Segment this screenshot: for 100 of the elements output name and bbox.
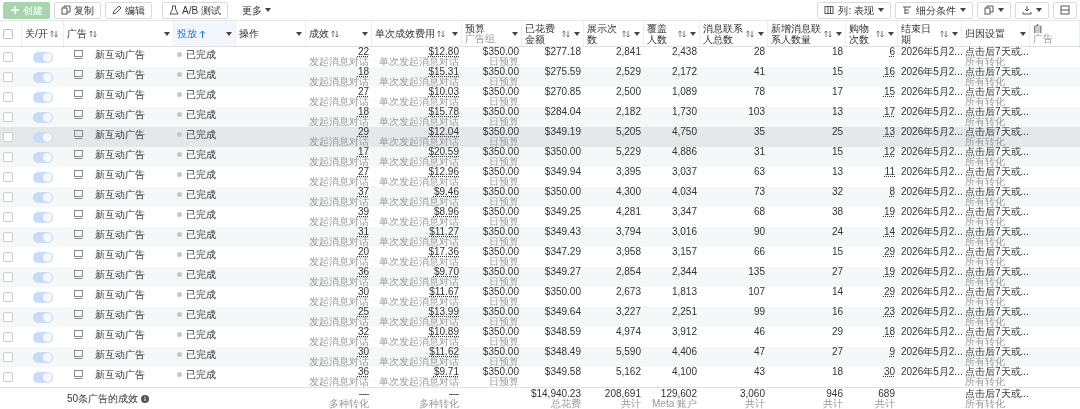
cost-value[interactable]: $17.36 — [428, 247, 459, 257]
table-row[interactable]: 新互动广告 已完成 17 发起消息对话 $20.59 单次发起消息对话 $350.00 日预算 $350.00 5,229 4,886 31 15 12 2026年5月2... 点击后7天或... 所有转化 — [0, 147, 1080, 167]
column-header[interactable]: 购物次数 — [846, 21, 898, 46]
toggle-switch[interactable] — [33, 351, 53, 363]
results-value[interactable]: 29 — [357, 127, 369, 137]
purchases-value[interactable]: 14 — [883, 227, 895, 237]
table-row[interactable]: 新互动广告 已完成 25 发起消息对话 $13.99 单次发起消息对话 $350.00 日预算 $349.64 3,227 2,251 99 16 23 2026年5月2... 点击后7天或... 所有转化 — [0, 307, 1080, 327]
purchases-value[interactable]: 8 — [889, 187, 895, 197]
toggle-switch[interactable] — [33, 331, 53, 343]
cost-value[interactable]: $11.27 — [429, 227, 459, 237]
column-header[interactable]: 自 广告 — [1030, 21, 1080, 46]
ad-name[interactable]: 新互动广告 — [95, 369, 145, 380]
table-row[interactable]: 新互动广告 已完成 30 发起消息对话 $11.62 单次发起消息对话 $350.00 日预算 $348.49 5,590 4,406 47 27 9 2026年5月2... 点击后7天或... 所有转化 — [0, 347, 1080, 367]
cost-value[interactable]: $10.89 — [428, 327, 459, 337]
cost-value[interactable]: $15.78 — [428, 107, 459, 117]
copy-button[interactable] — [977, 1, 1011, 19]
toggle-switch[interactable] — [33, 211, 53, 223]
table-row[interactable]: 新互动广告 已完成 37 发起消息对话 $9.46 单次发起消息对话 $350.00 日预算 $350.00 4,300 4,034 73 32 8 2026年5月2... 点击后7天或... 所有转化 — [0, 187, 1080, 207]
column-header[interactable]: 预算 广告组 — [462, 21, 522, 46]
results-value[interactable]: 31 — [357, 227, 369, 237]
purchases-value[interactable]: 18 — [883, 327, 895, 337]
results-value[interactable]: 30 — [357, 347, 369, 357]
export-button[interactable] — [1015, 1, 1049, 19]
toggle-switch[interactable] — [33, 131, 53, 143]
column-header[interactable]: 广告 — [64, 21, 174, 46]
row-checkbox[interactable] — [3, 92, 13, 102]
toggle-switch[interactable] — [33, 231, 53, 243]
ad-name[interactable]: 新互动广告 — [95, 109, 145, 120]
cost-value[interactable]: $9.70 — [433, 267, 459, 277]
row-checkbox[interactable] — [3, 352, 13, 362]
toggle-switch[interactable] — [33, 271, 53, 283]
column-header[interactable]: 投放 — [174, 21, 236, 46]
more-button[interactable]: 更多 — [235, 1, 277, 19]
toggle-switch[interactable] — [33, 171, 53, 183]
toggle-switch[interactable] — [33, 251, 53, 263]
ad-name[interactable]: 新互动广告 — [95, 149, 145, 160]
ad-name[interactable]: 新互动广告 — [95, 249, 145, 260]
row-checkbox[interactable] — [3, 212, 13, 222]
ad-name[interactable]: 新互动广告 — [95, 129, 145, 140]
row-checkbox[interactable] — [3, 272, 13, 282]
ad-name[interactable]: 新互动广告 — [95, 309, 145, 320]
results-value[interactable]: 18 — [357, 107, 369, 117]
row-checkbox[interactable] — [3, 372, 13, 382]
ad-name[interactable]: 新互动广告 — [95, 229, 145, 240]
ab-button[interactable]: A/B 测试 — [162, 1, 228, 19]
row-checkbox[interactable] — [3, 312, 13, 322]
row-checkbox[interactable] — [3, 152, 13, 162]
cost-value[interactable]: $11.67 — [429, 287, 459, 297]
ad-name[interactable]: 新互动广告 — [95, 169, 145, 180]
toggle-switch[interactable] — [33, 71, 53, 83]
cost-value[interactable]: $11.62 — [429, 347, 459, 357]
column-header[interactable]: 展示次数 — [584, 21, 644, 46]
purchases-value[interactable]: 16 — [883, 67, 895, 77]
toggle-switch[interactable] — [33, 111, 53, 123]
ad-name[interactable]: 新互动广告 — [95, 189, 145, 200]
row-checkbox[interactable] — [3, 192, 13, 202]
purchases-value[interactable]: 29 — [883, 287, 895, 297]
purchases-value[interactable]: 19 — [883, 207, 895, 217]
column-header[interactable]: 归因设置 — [962, 21, 1030, 46]
purchases-value[interactable]: 19 — [883, 267, 895, 277]
table-row[interactable]: 新互动广告 已完成 18 发起消息对话 $15.78 单次发起消息对话 $350.00 日预算 $284.04 2,182 1,730 103 13 17 2026年5月2... 点击后7天或... 所有转化 — [0, 107, 1080, 127]
purchases-value[interactable]: 13 — [883, 127, 895, 137]
column-header[interactable]: 结束日期 — [898, 21, 962, 46]
row-checkbox[interactable] — [3, 52, 13, 62]
row-checkbox[interactable] — [3, 172, 13, 182]
edit-button[interactable]: 编辑 — [105, 1, 152, 19]
purchases-value[interactable]: 12 — [883, 147, 895, 157]
results-value[interactable]: 27 — [357, 87, 369, 97]
results-value[interactable]: 27 — [357, 167, 369, 177]
purchases-value[interactable]: 15 — [883, 87, 895, 97]
results-value[interactable]: 22 — [357, 47, 369, 57]
column-header[interactable]: 消息联系人总数 — [700, 21, 768, 46]
toggle-switch[interactable] — [33, 371, 53, 383]
cost-value[interactable]: $9.46 — [433, 187, 459, 197]
results-value[interactable]: 17 — [357, 147, 369, 157]
purchases-value[interactable]: 6 — [889, 47, 895, 57]
select-all-checkbox[interactable] — [3, 28, 13, 39]
table-row[interactable]: 新互动广告 已完成 29 发起消息对话 $12.04 单次发起消息对话 $350.00 日预算 $349.19 5,205 4,750 35 25 13 2026年5月2... 点击后7天或... 所有转化 — [0, 127, 1080, 147]
cost-value[interactable]: $8.96 — [433, 207, 459, 217]
results-value[interactable]: 39 — [357, 207, 369, 217]
ad-name[interactable]: 新互动广告 — [95, 289, 145, 300]
ad-name[interactable]: 新互动广告 — [95, 89, 145, 100]
column-header[interactable]: 单次成效费用 — [372, 21, 462, 46]
cost-value[interactable]: $9.71 — [433, 367, 459, 377]
ad-name[interactable]: 新互动广告 — [95, 349, 145, 360]
row-checkbox[interactable] — [3, 292, 13, 302]
results-value[interactable]: 20 — [357, 247, 369, 257]
ad-name[interactable]: 新互动广告 — [95, 269, 145, 280]
toggle-switch[interactable] — [33, 291, 53, 303]
column-header[interactable]: 成效 — [306, 21, 372, 46]
toggle-switch[interactable] — [33, 151, 53, 163]
cost-value[interactable]: $10.03 — [428, 87, 459, 97]
cost-value[interactable]: $12.80 — [428, 47, 459, 57]
column-header[interactable]: 覆盖人数 — [644, 21, 700, 46]
column-header[interactable]: 已花费金额 — [522, 21, 584, 46]
column-header[interactable]: 关/开 — [22, 21, 64, 46]
results-value[interactable]: 32 — [357, 327, 369, 337]
row-checkbox[interactable] — [3, 252, 13, 262]
results-value[interactable]: 18 — [357, 67, 369, 77]
row-checkbox[interactable] — [3, 332, 13, 342]
